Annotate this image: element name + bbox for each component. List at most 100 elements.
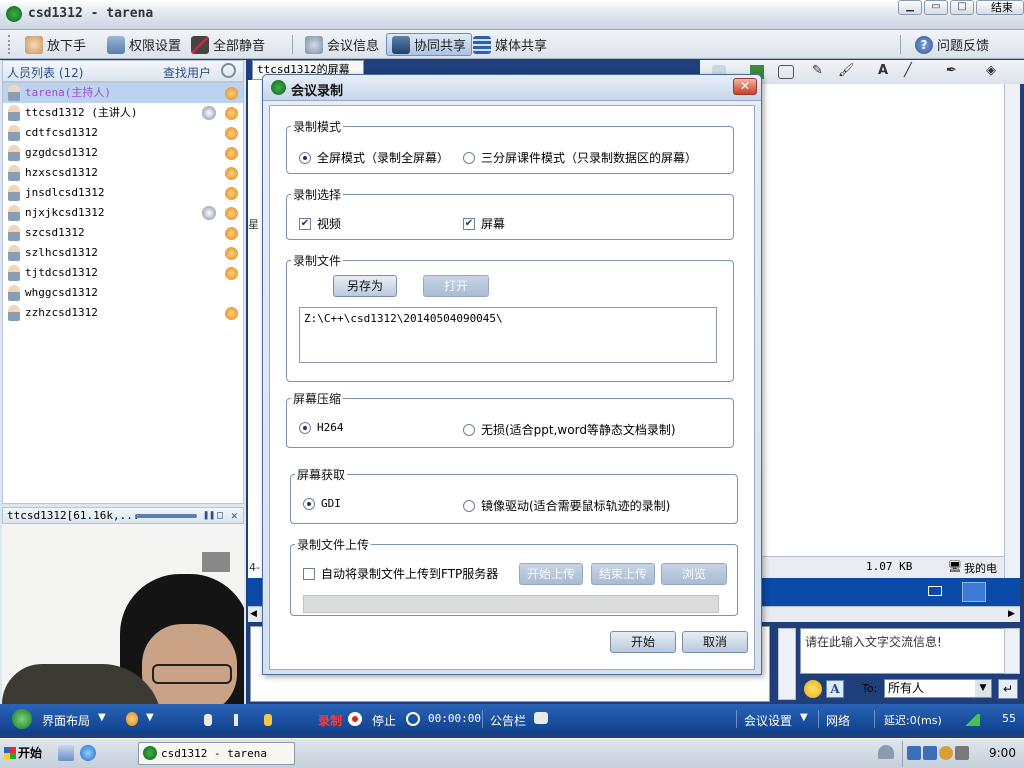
participant-row[interactable]: whggcsd1312 — [3, 283, 243, 303]
vertical-scrollbar[interactable] — [1004, 84, 1020, 578]
feedback-button[interactable]: ? 问题反馈 — [910, 33, 994, 56]
microphone-icon[interactable] — [225, 267, 238, 280]
volume-bar[interactable] — [234, 714, 238, 726]
auto-upload-option[interactable]: 自动将录制文件上传到FTP服务器 — [303, 565, 498, 582]
record-screen-option[interactable]: ✔ 屏幕 — [463, 215, 505, 232]
pause-icon[interactable]: ❚❚ — [203, 508, 215, 523]
record-label[interactable]: 录制 — [318, 712, 342, 729]
compress-lossless-option[interactable]: 无损(适合ppt,word等静态文档录制) — [463, 421, 676, 438]
layout-dropdown-icon[interactable]: ▼ — [98, 712, 106, 723]
microphone-icon[interactable] — [225, 107, 238, 120]
settings-dropdown-icon[interactable]: ▼ — [800, 712, 808, 723]
scroll-left-icon[interactable]: ◀ — [250, 609, 257, 619]
chat-input[interactable]: 请在此输入文字交流信息! — [800, 628, 1018, 674]
chat-recipient-select[interactable]: 所有人 ▼ — [884, 679, 992, 698]
start-button[interactable]: 开始 — [2, 742, 48, 764]
start-recording-button[interactable]: 开始 — [610, 631, 676, 653]
microphone-icon[interactable] — [225, 307, 238, 320]
participant-row[interactable]: szlhcsd1312 — [3, 243, 243, 263]
compress-h264-option[interactable]: H264 — [299, 421, 344, 434]
co-share-button[interactable]: 协同共享 — [386, 33, 473, 56]
participant-row[interactable]: gzgdcsd1312 — [3, 143, 243, 163]
find-user-link[interactable]: 查找用户 — [163, 64, 211, 81]
microphone-icon[interactable] — [225, 87, 238, 100]
taskbar-app-button[interactable]: csd1312 - tarena — [138, 742, 295, 765]
participant-row[interactable]: cdtfcsd1312 — [3, 123, 243, 143]
emoji-icon[interactable] — [804, 680, 822, 698]
minimize-button[interactable]: ▁ — [898, 0, 922, 15]
microphone-icon[interactable] — [225, 147, 238, 160]
cancel-button[interactable]: 取消 — [682, 631, 748, 653]
participant-row[interactable]: tarena(主持人) — [3, 83, 243, 103]
microphone-icon[interactable] — [225, 207, 238, 220]
save-as-button[interactable]: 另存为 — [333, 275, 397, 297]
camera-icon[interactable] — [202, 206, 216, 220]
search-icon[interactable] — [221, 63, 236, 78]
media-share-button[interactable]: 媒体共享 — [468, 33, 552, 56]
mode-fullscreen-option[interactable]: 全屏模式（录制全屏幕） — [299, 149, 449, 166]
record-video-checkbox[interactable]: ✔ — [299, 217, 311, 230]
stop-upload-button[interactable]: 结束上传 — [591, 563, 655, 585]
microphone-icon[interactable] — [225, 187, 238, 200]
mic-icon[interactable] — [126, 712, 138, 726]
tray-icon[interactable] — [923, 746, 937, 760]
pointer-tool-icon[interactable]: ✎ — [812, 63, 823, 78]
lower-hand-button[interactable]: 放下手 — [20, 33, 91, 56]
participant-row[interactable]: zzhzcsd1312 — [3, 303, 243, 323]
chat-scrollbar[interactable] — [778, 628, 796, 700]
participant-row[interactable]: jnsdlcsd1312 — [3, 183, 243, 203]
record-button-icon[interactable] — [348, 712, 362, 726]
speaker-icon[interactable] — [204, 714, 212, 726]
participant-row[interactable]: hzxscsd1312 — [3, 163, 243, 183]
bulletin-label[interactable]: 公告栏 — [490, 712, 526, 729]
line-tool-icon[interactable]: ╱ — [904, 63, 912, 78]
chat-input-scrollbar[interactable] — [1004, 628, 1020, 674]
remote-keyboard-icon[interactable] — [928, 586, 942, 596]
comment-tool-icon[interactable] — [778, 65, 794, 79]
end-meeting-button[interactable]: 结束 — [976, 0, 1024, 15]
capture-mirror-option[interactable]: 镜像驱动(适合需要鼠标轨迹的录制) — [463, 497, 670, 514]
close-video-icon[interactable]: ✕ — [231, 508, 238, 523]
quicklaunch-ie-icon[interactable] — [80, 745, 96, 761]
tray-icon[interactable] — [907, 746, 921, 760]
tray-icon[interactable] — [939, 746, 953, 760]
mode-three-screen-radio[interactable] — [463, 151, 475, 164]
participant-row[interactable]: tjtdcsd1312 — [3, 263, 243, 283]
browse-button[interactable]: 浏览 — [661, 563, 727, 585]
dialog-close-button[interactable]: ✕ — [733, 78, 757, 95]
capture-gdi-option[interactable]: GDI — [303, 497, 341, 510]
mic-dropdown-icon[interactable]: ▼ — [146, 712, 154, 723]
permission-settings-button[interactable]: 权限设置 — [102, 33, 186, 56]
brush-tool-icon[interactable]: 🖌 — [838, 63, 855, 78]
tray-icon[interactable] — [955, 746, 969, 760]
stop-label[interactable]: 停止 — [372, 712, 396, 729]
bulletin-icon[interactable] — [534, 712, 548, 724]
meeting-info-button[interactable]: 会议信息 — [300, 33, 384, 56]
participant-row[interactable]: ttcsd1312 (主讲人) — [3, 103, 243, 123]
layout-label[interactable]: 界面布局 — [42, 712, 90, 729]
mode-three-screen-option[interactable]: 三分屏课件模式（只录制数据区的屏幕） — [463, 149, 697, 166]
restore-button[interactable]: ▭ — [924, 0, 948, 15]
eraser-tool-icon[interactable]: ◈ — [986, 63, 996, 78]
pen-tool-icon[interactable]: ✒ — [946, 63, 957, 78]
quicklaunch-explorer-icon[interactable] — [58, 745, 74, 761]
mute-all-button[interactable]: 全部静音 — [186, 33, 270, 56]
compress-lossless-radio[interactable] — [463, 423, 475, 436]
maximize-button[interactable]: □ — [950, 0, 974, 15]
text-tool-icon[interactable]: A — [878, 63, 888, 78]
tray-network-icon[interactable] — [878, 745, 894, 759]
meeting-settings-label[interactable]: 会议设置 — [744, 712, 792, 729]
camera-icon[interactable] — [202, 106, 216, 120]
microphone-icon[interactable] — [225, 247, 238, 260]
mode-fullscreen-radio[interactable] — [299, 151, 311, 164]
open-folder-button[interactable]: 打开 — [423, 275, 489, 297]
volume-slider[interactable] — [135, 514, 197, 518]
compress-h264-radio[interactable] — [299, 421, 311, 434]
participant-row[interactable]: njxjkcsd1312 — [3, 203, 243, 223]
microphone-icon[interactable] — [225, 227, 238, 240]
capture-mirror-radio[interactable] — [463, 499, 475, 512]
microphone-icon[interactable] — [225, 127, 238, 140]
font-format-icon[interactable]: A — [826, 680, 844, 698]
record-video-option[interactable]: ✔ 视频 — [299, 215, 341, 232]
send-button[interactable]: ↵ — [998, 679, 1018, 699]
